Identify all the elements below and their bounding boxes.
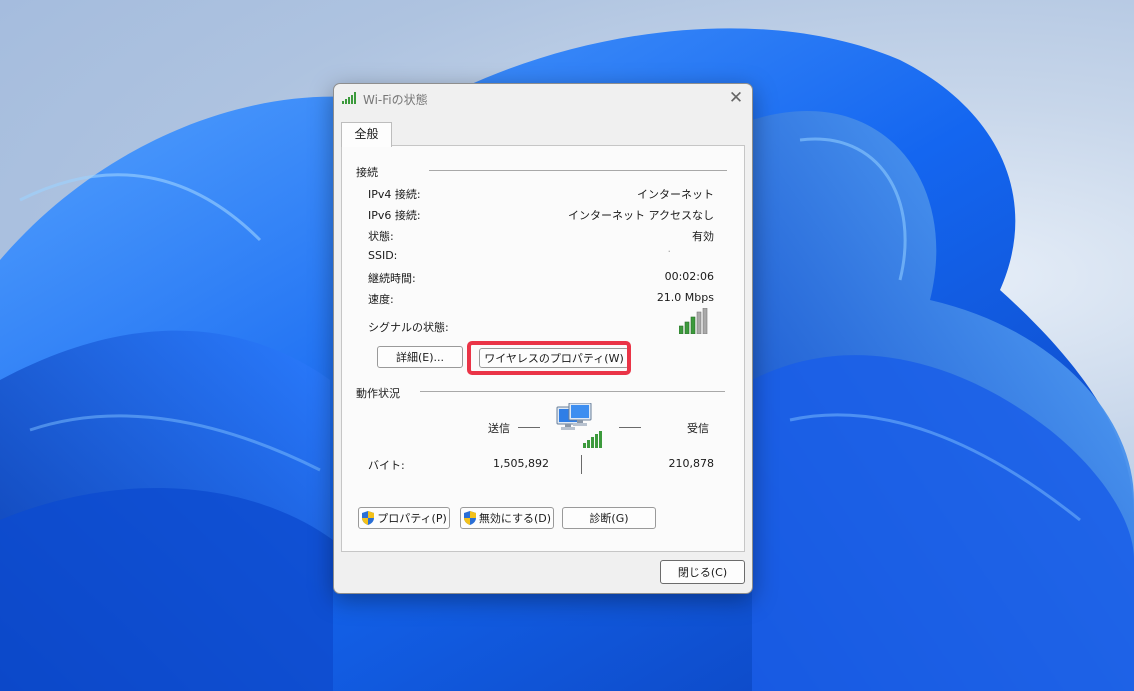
window-title: Wi-Fiの状態 xyxy=(363,93,428,107)
details-button[interactable]: 詳細(E)... xyxy=(377,346,463,368)
ipv4-label: IPv4 接続: xyxy=(368,188,421,201)
title-bar[interactable]: Wi-Fiの状態 ✕ xyxy=(334,84,752,112)
speed-value: 21.0 Mbps xyxy=(656,291,714,304)
ssid-value: . xyxy=(667,242,672,255)
ssid-label: SSID: xyxy=(368,249,398,262)
state-label: 状態: xyxy=(368,230,394,243)
wifi-status-dialog: Wi-Fiの状態 ✕ 全般 接続 IPv4 接続: インターネット IPv6 接… xyxy=(333,83,753,594)
activity-group-label: 動作状況 xyxy=(356,385,404,401)
bytes-label: バイト: xyxy=(368,459,405,472)
highlight-box xyxy=(467,341,631,375)
ipv6-label: IPv6 接続: xyxy=(368,209,421,222)
disable-button-label: 無効にする(D) xyxy=(478,512,552,525)
disable-button[interactable]: 無効にする(D) xyxy=(460,507,554,529)
received-label: 受信 xyxy=(687,422,709,435)
duration-value: 00:02:06 xyxy=(664,270,714,283)
general-panel: 接続 IPv4 接続: インターネット IPv6 接続: インターネット アクセ… xyxy=(341,145,745,552)
connection-group-divider xyxy=(429,170,727,171)
uac-shield-icon xyxy=(463,511,476,525)
sent-line xyxy=(518,427,540,428)
close-button[interactable]: 閉じる(C) xyxy=(660,560,745,584)
bytes-sent-value: 1,505,892 xyxy=(493,457,549,470)
uac-shield-icon xyxy=(362,511,375,525)
bytes-received-value: 210,878 xyxy=(668,457,715,470)
tab-general[interactable]: 全般 xyxy=(341,122,392,147)
state-value: 有効 xyxy=(692,230,714,243)
bytes-divider xyxy=(581,455,582,474)
properties-button[interactable]: プロパティ(P) xyxy=(358,507,450,529)
signal-label: シグナルの状態: xyxy=(368,321,449,334)
sent-label: 送信 xyxy=(488,422,510,435)
duration-label: 継続時間: xyxy=(368,272,416,285)
speed-label: 速度: xyxy=(368,293,394,306)
ipv6-value: インターネット アクセスなし xyxy=(568,209,714,222)
properties-button-label: プロパティ(P) xyxy=(377,512,447,525)
wifi-signal-icon xyxy=(342,92,356,104)
activity-group-divider xyxy=(420,391,725,392)
close-icon[interactable]: ✕ xyxy=(724,87,748,109)
connection-group-label: 接続 xyxy=(356,164,382,180)
network-computers-icon xyxy=(556,403,602,448)
diagnose-button[interactable]: 診断(G) xyxy=(562,507,656,529)
ipv4-value: インターネット xyxy=(637,188,714,201)
signal-bars-icon xyxy=(679,308,708,334)
received-line xyxy=(619,427,641,428)
